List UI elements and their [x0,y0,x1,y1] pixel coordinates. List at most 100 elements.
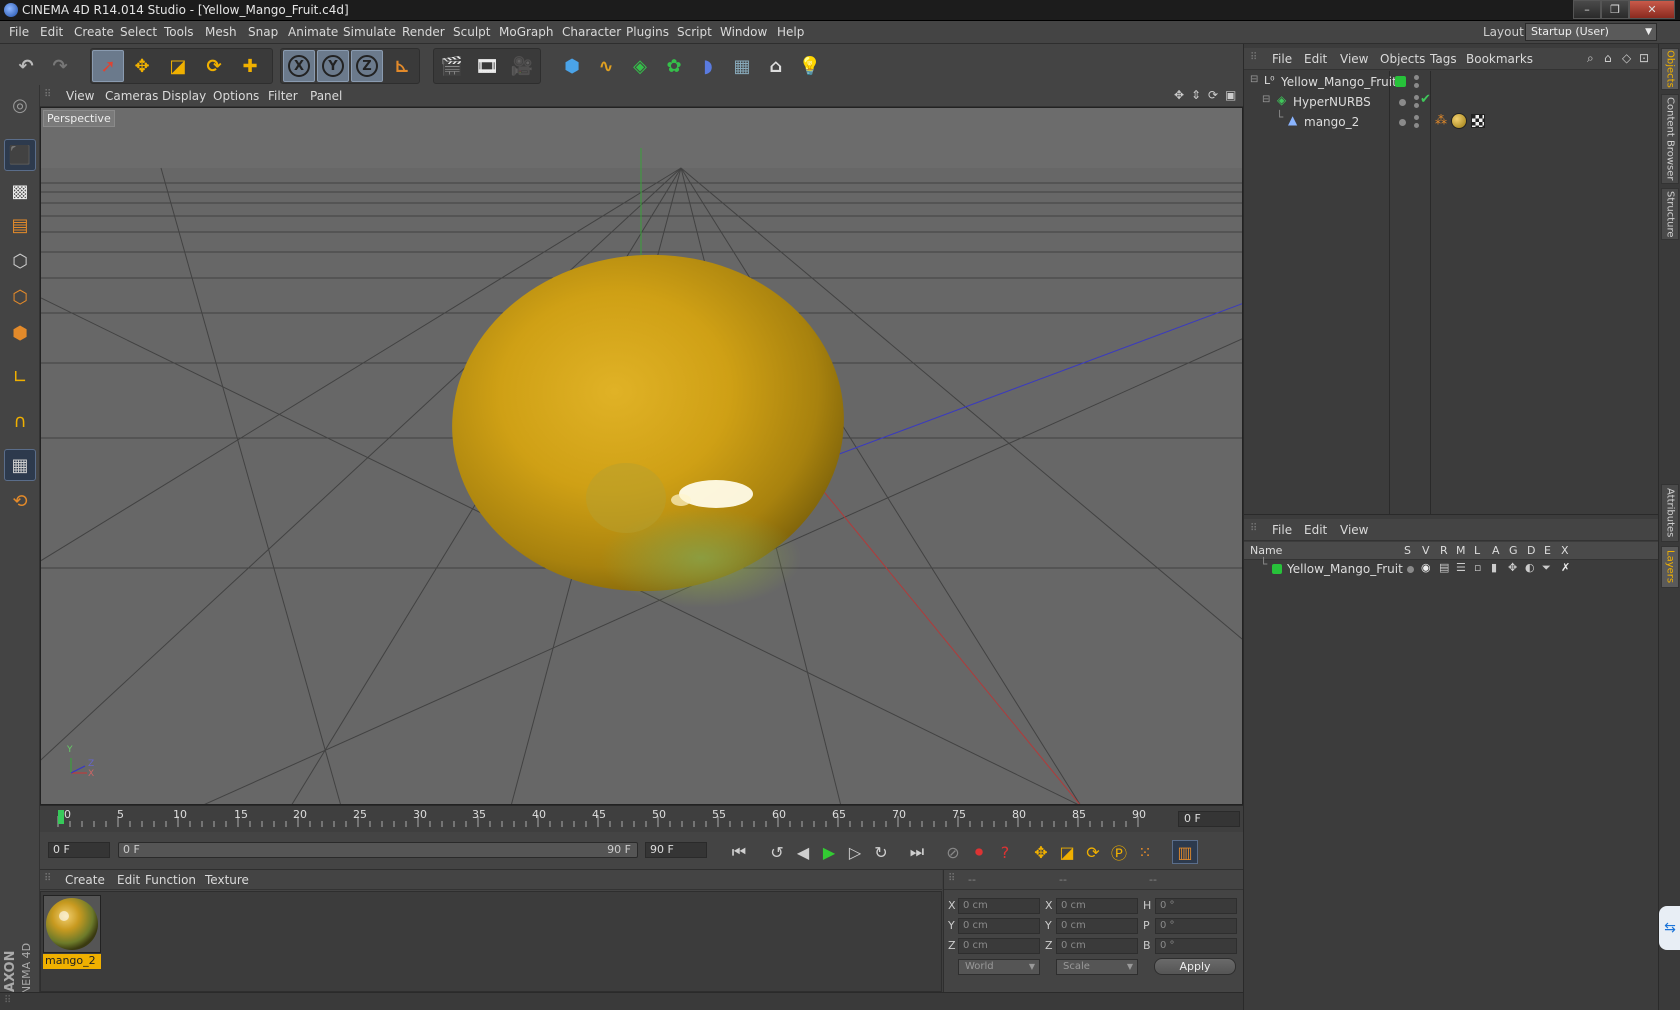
object-name[interactable]: Yellow_Mango_Fruit [1281,75,1397,89]
scale-button[interactable]: ◪ [162,50,194,82]
auto-keying-button[interactable]: ⏺ [966,840,992,864]
key-pla-button[interactable]: ⁙ [1132,840,1158,864]
viewport-menu-panel[interactable]: Panel [310,89,342,103]
light-button[interactable]: 💡 [794,50,826,82]
visibility-render-dot[interactable] [1414,123,1419,128]
size-y-field[interactable]: 0 cm [1056,918,1138,934]
viewport-menu-cameras[interactable]: Cameras [105,89,158,103]
collapse-icon[interactable]: ⊟ [1250,74,1258,85]
column-generators[interactable]: G [1509,544,1518,557]
preview-range-slider[interactable]: 0 F 90 F [118,842,638,858]
minimize-button[interactable]: – [1573,0,1601,19]
column-solo[interactable]: S [1404,544,1411,557]
phong-tag-icon[interactable]: ⁂ [1435,113,1447,127]
workplane-lock-button[interactable]: ▦ [4,449,36,481]
z-axis-button[interactable]: Z [351,50,383,82]
checkmark-icon[interactable]: ✔ [1420,92,1431,107]
perspective-viewport[interactable]: Perspective Y Z X [40,107,1243,805]
axis-mode-button[interactable]: ∟ [4,361,36,393]
column-visible[interactable]: V [1422,544,1430,557]
object-row[interactable]: ⊟ ◈ HyperNURBS ✔ [1244,92,1659,112]
column-locked[interactable]: L [1474,544,1480,557]
column-xref[interactable]: X [1561,544,1569,557]
redo-button[interactable]: ↷ [44,50,76,82]
recent-tools-button[interactable]: ✚ [234,50,266,82]
menu-character[interactable]: Character [562,25,621,39]
menu-window[interactable]: Window [720,25,767,39]
rot-b-field[interactable]: 0 ° [1155,938,1237,954]
render-settings-button[interactable]: 🎥 [506,50,538,82]
material-menu-function[interactable]: Function [145,873,196,887]
layer-row[interactable]: └ Yellow_Mango_Fruit ◉ ▤ ☰ ▫ ▮ ✥ ◐ ⏷ ✗ [1244,557,1659,578]
column-deformers[interactable]: D [1527,544,1535,557]
menu-help[interactable]: Help [777,25,804,39]
end-frame-field[interactable]: 90 F [645,842,707,858]
record-keys-button[interactable]: ⊘ [940,840,966,864]
live-selection-button[interactable]: ➚ [92,50,124,82]
layer-dot[interactable] [1399,99,1406,106]
keyframe-selection-button[interactable]: ? [992,840,1018,864]
frame-ruler[interactable]: 0 5 10 15 20 25 30 35 40 45 50 55 60 65 … [48,808,1170,830]
menu-create[interactable]: Create [74,25,114,39]
play-button[interactable]: ▶ [816,840,842,864]
visibility-icon[interactable]: ◇ [1622,51,1631,65]
floor-button[interactable]: ▦ [726,50,758,82]
restore-button[interactable]: ❐ [1601,0,1629,19]
layout-select[interactable]: Startup (User) ▼ [1525,23,1657,41]
viewport-menu-view[interactable]: View [66,89,94,103]
object-menu-file[interactable]: File [1272,52,1292,66]
key-position-button[interactable]: ✥ [1028,840,1054,864]
rot-p-field[interactable]: 0 ° [1155,918,1237,934]
points-mode-button[interactable]: ⬡ [4,245,36,277]
visibility-editor-dot[interactable] [1414,75,1419,80]
layer-menu-edit[interactable]: Edit [1304,523,1327,537]
timeline-window-button[interactable]: ▥ [1172,840,1198,864]
material-menu-create[interactable]: Create [65,873,105,887]
coordinate-system-select[interactable]: World ▼ [958,959,1040,975]
search-icon[interactable]: ⌕ [1587,51,1594,66]
rot-h-field[interactable]: 0 ° [1155,898,1237,914]
snap-button[interactable]: ∩ [4,405,36,437]
column-expressions[interactable]: E [1544,544,1551,557]
menu-script[interactable]: Script [677,25,712,39]
camera-button[interactable]: ⌂ [760,50,792,82]
tab-attributes[interactable]: Attributes [1661,484,1679,542]
menu-select[interactable]: Select [120,25,157,39]
teamviewer-button[interactable]: ⇆ [1659,906,1680,950]
spline-button[interactable]: ∿ [590,50,622,82]
material-menu-edit[interactable]: Edit [117,873,140,887]
menu-mesh[interactable]: Mesh [205,25,237,39]
menu-plugins[interactable]: Plugins [626,25,669,39]
object-name[interactable]: HyperNURBS [1293,95,1371,109]
lock-icon[interactable]: ▫ [1474,561,1481,574]
menu-tools[interactable]: Tools [164,25,194,39]
visibility-render-dot[interactable] [1414,83,1419,88]
move-button[interactable]: ✥ [126,50,158,82]
render-view-button[interactable]: 🎬 [436,50,468,82]
undo-button[interactable]: ↶ [10,50,42,82]
material-tag-icon[interactable] [1451,113,1467,129]
visibility-editor-dot[interactable] [1414,115,1419,120]
column-render[interactable]: R [1440,544,1448,557]
solo-toggle[interactable] [1407,566,1414,573]
object-menu-view[interactable]: View [1340,52,1368,66]
eye-icon[interactable]: ◉ [1421,561,1431,574]
viewport-zoom-icon[interactable]: ⇕ [1191,88,1201,102]
start-frame-field[interactable]: 0 F [48,842,110,858]
render-picture-viewer-button[interactable]: 🎞 [471,50,503,82]
visibility-render-dot[interactable] [1414,103,1419,108]
new-window-icon[interactable]: ⊡ [1639,51,1649,65]
object-menu-objects[interactable]: Objects [1380,52,1425,66]
pos-x-field[interactable]: 0 cm [958,898,1040,914]
apply-button[interactable]: Apply [1154,958,1236,975]
menu-file[interactable]: File [9,25,29,39]
menu-edit[interactable]: Edit [40,25,63,39]
next-frame-button[interactable]: ▷ [842,840,868,864]
collapse-icon[interactable]: ⊟ [1262,94,1270,105]
menu-simulate[interactable]: Simulate [343,25,396,39]
previous-frame-button[interactable]: ◀ [790,840,816,864]
go-to-start-button[interactable]: ⏮ [726,840,752,864]
viewport-move-icon[interactable]: ✥ [1174,88,1184,102]
menu-render[interactable]: Render [402,25,445,39]
key-scale-button[interactable]: ◪ [1054,840,1080,864]
